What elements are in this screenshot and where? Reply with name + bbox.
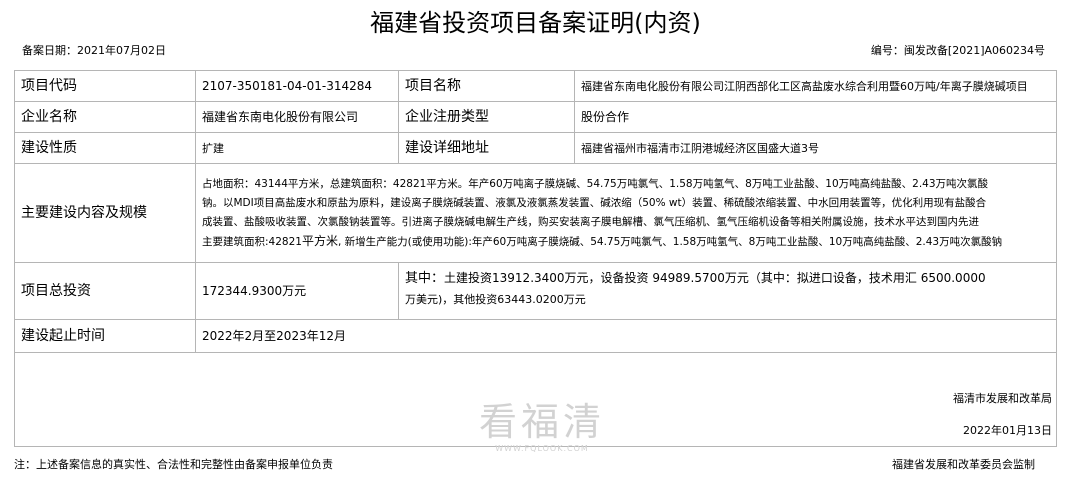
company-value: 福建省东南电化股份有限公司	[195, 101, 399, 133]
filing-date-value: 2021年07月02日	[77, 44, 166, 57]
registration-type-value: 股份合作	[574, 101, 1057, 133]
project-code-value: 2107-350181-04-01-314284	[195, 70, 399, 102]
content-line: 成装置、盐酸吸收装置、次氯酸钠装置等。引进离子膜烧碱电解生产线，购买安装离子膜电…	[202, 215, 979, 228]
registration-type-label: 企业注册类型	[398, 101, 575, 133]
table-row: 建设性质 扩建 建设详细地址 福建省福州市福清市江阴港城经济区国盛大道3号	[14, 132, 1057, 164]
content-line: 钠。以MDI项目高盐废水和原盐为原料，建设离子膜烧碱装置、液氯及液氯蒸发装置、碱…	[202, 196, 987, 209]
content-area-unit: 平方米	[301, 233, 338, 248]
project-name-value: 福建省东南电化股份有限公司江阴西部化工区高盐废水综合利用暨60万吨/年离子膜烧碱…	[574, 70, 1057, 102]
content-area-prefix: 主要建筑面积:42821	[202, 235, 302, 248]
construction-period-value: 2022年2月至2023年12月	[195, 319, 1057, 353]
table-row: 项目代码 2107-350181-04-01-314284 项目名称 福建省东南…	[14, 70, 1057, 102]
supervisor-note: 福建省发展和改革委员会监制	[892, 458, 1035, 471]
construction-address-label: 建设详细地址	[398, 132, 575, 164]
document-number-label: 编号：	[870, 44, 904, 57]
table-row: 福清市发展和改革局 2022年01月13日	[14, 352, 1057, 447]
filing-table: 项目代码 2107-350181-04-01-314284 项目名称 福建省东南…	[14, 70, 1057, 447]
investment-breakdown: 其中：土建投资13912.3400万元，设备投资 94989.5700万元（其中…	[398, 262, 1057, 320]
filing-date: 备案日期：2021年07月02日	[22, 44, 166, 58]
investment-breakdown-main: 土建投资13912.3400万元，设备投资 94989.5700万元（其中：拟进…	[444, 271, 986, 285]
company-label: 企业名称	[14, 101, 196, 133]
construction-content-value: 占地面积：43144平方米，总建筑面积：42821平方米。年产60万吨离子膜烧碱…	[195, 163, 1057, 263]
footnote: 注：上述备案信息的真实性、合法性和完整性由备案申报单位负责	[14, 458, 333, 471]
investment-breakdown-line: 其中：土建投资13912.3400万元，设备投资 94989.5700万元（其中…	[405, 266, 1050, 291]
total-investment-value: 172344.9300万元	[195, 262, 399, 320]
table-row: 企业名称 福建省东南电化股份有限公司 企业注册类型 股份合作	[14, 101, 1057, 133]
project-code-label: 项目代码	[14, 70, 196, 102]
filing-date-label: 备案日期：	[22, 44, 77, 57]
total-investment-label: 项目总投资	[14, 262, 196, 320]
content-line: 占地面积：43144平方米，总建筑面积：42821平方米。年产60万吨离子膜烧碱…	[202, 177, 989, 190]
project-name-label: 项目名称	[398, 70, 575, 102]
table-row: 项目总投资 172344.9300万元 其中：土建投资13912.3400万元，…	[14, 262, 1057, 320]
table-row: 主要建设内容及规模 占地面积：43144平方米，总建筑面积：42821平方米。年…	[14, 163, 1057, 263]
construction-address-value: 福建省福州市福清市江阴港城经济区国盛大道3号	[574, 132, 1057, 164]
table-row: 建设起止时间 2022年2月至2023年12月	[14, 319, 1057, 353]
investment-breakdown-prefix: 其中：	[405, 271, 445, 286]
issue-date: 2022年01月13日	[963, 424, 1052, 437]
content-capacity: , 新增生产能力(或使用功能):年产60万吨离子膜烧碱、54.75万吨氯气、1.…	[337, 235, 1003, 248]
document-number: 编号：闽发改备[2021]A060234号	[871, 44, 1045, 58]
investment-breakdown-line: 万美元)，其他投资63443.0200万元	[405, 293, 586, 306]
approval-section: 福清市发展和改革局 2022年01月13日	[14, 352, 1057, 447]
document-title: 福建省投资项目备案证明(内资)	[370, 9, 701, 37]
document-number-value: 闽发改备[2021]A060234号	[903, 44, 1045, 57]
construction-nature-value: 扩建	[195, 132, 399, 164]
content-line: 主要建筑面积:42821平方米, 新增生产能力(或使用功能):年产60万吨离子膜…	[202, 232, 1050, 252]
issuing-agency: 福清市发展和改革局	[953, 392, 1052, 405]
construction-content-label: 主要建设内容及规模	[14, 163, 196, 263]
construction-nature-label: 建设性质	[14, 132, 196, 164]
construction-period-label: 建设起止时间	[14, 319, 196, 353]
